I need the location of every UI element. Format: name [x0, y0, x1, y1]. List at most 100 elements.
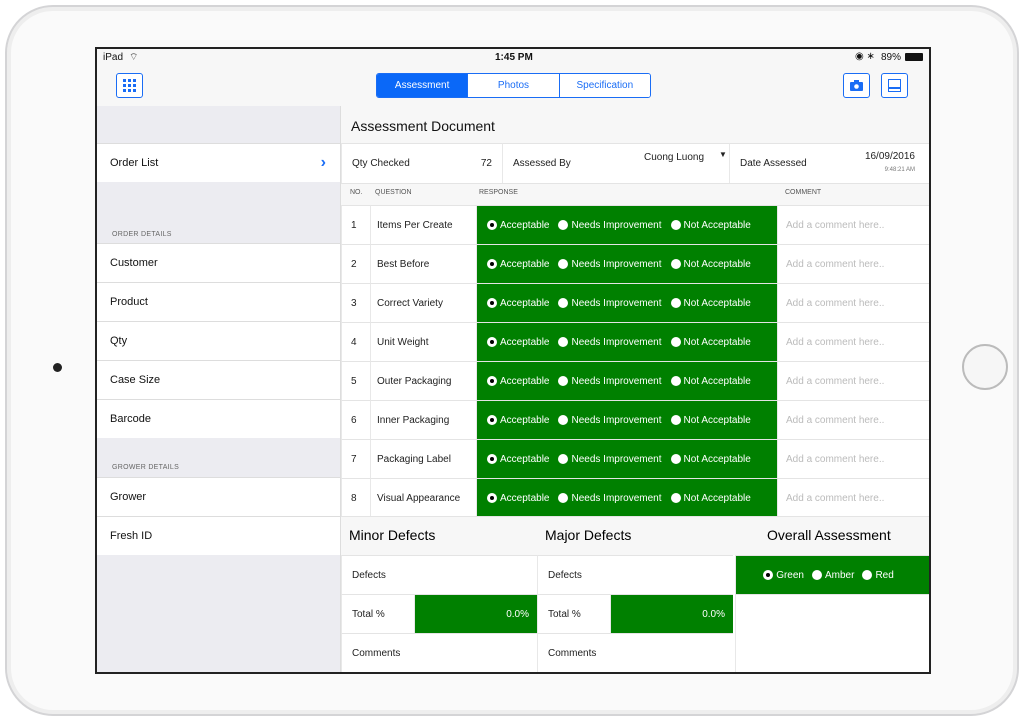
radio-acceptable[interactable]: Acceptable [487, 259, 549, 270]
camera-button[interactable] [843, 73, 870, 98]
response-radio-group: Acceptable Needs Improvement Not Acceptabl… [476, 478, 777, 517]
assessed-by-select[interactable]: Assessed By Cuong Luong ▼ [502, 143, 729, 183]
comments-label: Comments [548, 647, 597, 659]
chevron-right-icon: › [320, 154, 326, 171]
sidebar-item-fresh-id[interactable]: Fresh ID [97, 516, 340, 555]
order-list-item[interactable]: Order List › [97, 143, 340, 182]
sidebar-item-grower[interactable]: Grower [97, 477, 340, 516]
header-response: RESPONSE [479, 189, 518, 196]
row-number: 7 [341, 439, 370, 478]
header-question: QUESTION [375, 189, 412, 196]
radio-needs-improvement[interactable]: Needs Improvement [558, 375, 662, 387]
assessed-by-label: Assessed By [513, 158, 571, 169]
qty-checked-field[interactable]: Qty Checked 72 [341, 143, 502, 183]
home-button[interactable] [962, 344, 1008, 390]
radio-needs-improvement[interactable]: Needs Improvement [558, 454, 662, 465]
tab-assessment[interactable]: Assessment [377, 74, 468, 97]
order-item-label: Qty [110, 335, 128, 347]
camera-lens [53, 363, 62, 372]
radio-not-acceptable[interactable]: Not Acceptable [670, 493, 751, 504]
major-defects-field[interactable]: Defects [537, 555, 733, 594]
radio-circle-icon [487, 259, 497, 269]
radio-needs-improvement[interactable]: Needs Improvement [558, 259, 662, 270]
radio-needs-improvement[interactable]: Needs Improvement [558, 298, 662, 309]
radio-acceptable[interactable]: Acceptable [487, 376, 549, 387]
sidebar-item-customer[interactable]: Customer [97, 243, 340, 282]
table-header [341, 183, 929, 205]
row-number: 3 [341, 283, 370, 322]
layout-button[interactable] [881, 73, 908, 98]
radio-label: Not Acceptable [683, 453, 751, 465]
radio-circle-icon [487, 376, 497, 386]
radio-needs-improvement[interactable]: Needs Improvement [558, 414, 662, 426]
time-value: 9:48:21 AM [884, 167, 915, 173]
radio-circle-icon [670, 259, 681, 269]
minor-defects-field[interactable]: Defects [341, 555, 537, 594]
radio-not-acceptable[interactable]: Not Acceptable [670, 453, 751, 465]
radio-acceptable[interactable]: Acceptable [487, 298, 549, 309]
radio-not-acceptable[interactable]: Not Acceptable [670, 298, 751, 309]
sidebar-item-product[interactable]: Product [97, 282, 340, 321]
radio-acceptable[interactable]: Acceptable [487, 220, 549, 231]
row-number: 2 [341, 244, 370, 283]
row-number: 6 [341, 400, 370, 439]
sidebar-item-qty[interactable]: Qty [97, 321, 340, 360]
tab-specification[interactable]: Specification [558, 74, 650, 97]
major-total-value: 0.0% [610, 594, 733, 633]
comment-input[interactable]: Add a comment here.. [777, 439, 929, 478]
radio-amber[interactable]: Amber [811, 570, 854, 581]
major-comments-field[interactable]: Comments [537, 633, 733, 672]
apps-grid-button[interactable] [116, 73, 143, 98]
radio-not-acceptable[interactable]: Not Acceptable [670, 337, 751, 348]
radio-not-acceptable[interactable]: Not Acceptable [670, 259, 751, 270]
radio-label: Acceptable [500, 336, 550, 348]
sidebar-item-barcode[interactable]: Barcode [97, 399, 340, 438]
comment-input[interactable]: Add a comment here.. [777, 478, 929, 517]
sidebar-item-case-size[interactable]: Case Size [97, 360, 340, 399]
response-radio-group: Acceptable Needs Improvement Not Acceptabl… [476, 283, 777, 322]
comment-input[interactable]: Add a comment here.. [777, 400, 929, 439]
radio-circle-icon [670, 493, 681, 503]
comment-input[interactable]: Add a comment here.. [777, 205, 929, 244]
radio-circle-icon [670, 337, 681, 347]
radio-needs-improvement[interactable]: Needs Improvement [558, 336, 662, 348]
radio-green[interactable]: Green [763, 570, 804, 581]
comment-input[interactable]: Add a comment here.. [777, 244, 929, 283]
radio-not-acceptable[interactable]: Not Acceptable [670, 415, 751, 426]
tab-photos[interactable]: Photos [467, 74, 559, 97]
radio-acceptable[interactable]: Acceptable [487, 415, 549, 426]
order-item-label: Product [110, 296, 148, 308]
radio-needs-improvement[interactable]: Needs Improvement [558, 492, 662, 504]
radio-circle-icon [670, 298, 681, 308]
radio-acceptable[interactable]: Acceptable [487, 337, 549, 348]
grower-item-label: Grower [110, 491, 147, 503]
date-assessed-field[interactable]: Date Assessed 16/09/2016 9:48:21 AM [729, 143, 929, 183]
major-total-label: Total % [537, 594, 610, 633]
radio-label: Acceptable [500, 297, 550, 309]
response-radio-group: Acceptable Needs Improvement Not Acceptabl… [476, 361, 777, 400]
comment-input[interactable]: Add a comment here.. [777, 283, 929, 322]
comment-input[interactable]: Add a comment here.. [777, 361, 929, 400]
radio-label: Needs Improvement [571, 336, 662, 348]
comment-input[interactable]: Add a comment here.. [777, 322, 929, 361]
minor-comments-field[interactable]: Comments [341, 633, 537, 672]
row-number: 5 [341, 361, 370, 400]
radio-red[interactable]: Red [862, 570, 894, 581]
defects-label: Defects [352, 569, 386, 581]
radio-circle-icon [487, 415, 497, 425]
radio-circle-icon [670, 415, 681, 425]
response-radio-group: Acceptable Needs Improvement Not Acceptabl… [476, 244, 777, 283]
radio-label: Needs Improvement [571, 492, 662, 504]
radio-label: Needs Improvement [571, 414, 662, 426]
overall-assessment-radio-group: Green Amber Red [735, 555, 929, 594]
radio-acceptable[interactable]: Acceptable [487, 493, 549, 504]
radio-acceptable[interactable]: Acceptable [487, 454, 549, 465]
radio-circle-icon [811, 570, 822, 580]
row-question: Outer Packaging [370, 361, 476, 400]
radio-needs-improvement[interactable]: Needs Improvement [558, 220, 662, 231]
radio-not-acceptable[interactable]: Not Acceptable [670, 220, 751, 231]
radio-label: Needs Improvement [571, 375, 662, 387]
radio-not-acceptable[interactable]: Not Acceptable [670, 376, 751, 387]
radio-circle-icon [487, 454, 497, 464]
grower-details-header: GROWER DETAILS [112, 464, 180, 471]
